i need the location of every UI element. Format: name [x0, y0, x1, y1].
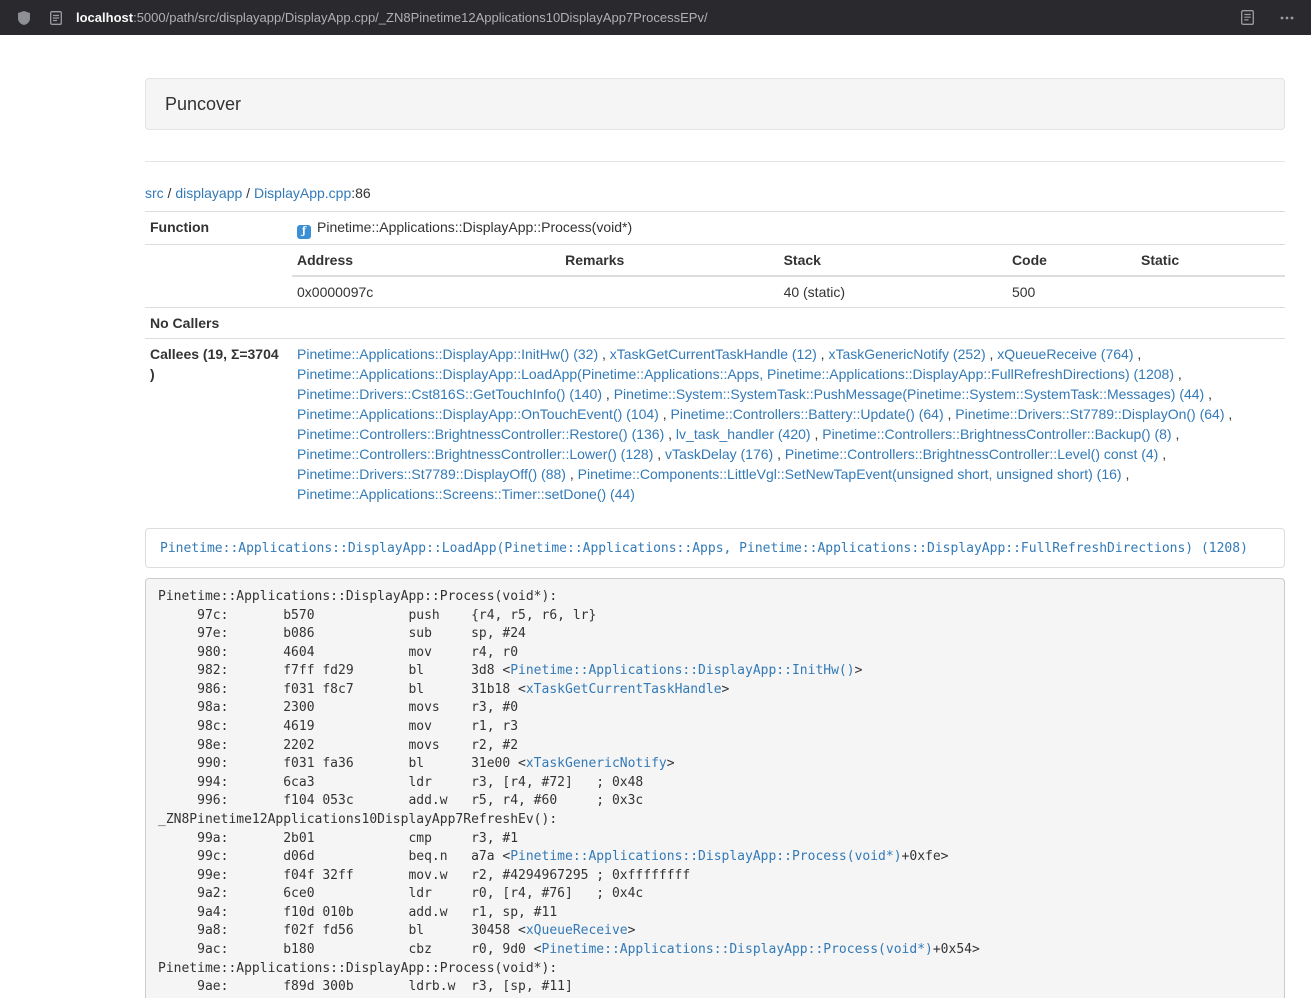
- details-header-row: Address Remarks Stack Code Static: [292, 245, 1285, 276]
- column-remarks: Remarks: [560, 245, 778, 276]
- function-details-row: Address Remarks Stack Code Static 0x0000…: [145, 245, 1285, 308]
- details-row-label: [145, 245, 292, 308]
- symbol-panel: Pinetime::Applications::DisplayApp::Load…: [145, 528, 1285, 568]
- column-static: Static: [1136, 245, 1285, 276]
- column-address: Address: [292, 245, 560, 276]
- callee-link[interactable]: Pinetime::Applications::Screens::Timer::…: [297, 486, 635, 502]
- function-name: Pinetime::Applications::DisplayApp::Proc…: [317, 219, 632, 235]
- page-icon: [44, 6, 68, 30]
- function-details-table: Address Remarks Stack Code Static 0x0000…: [292, 245, 1285, 307]
- app-header: Puncover: [145, 78, 1285, 130]
- page-content: Puncover src / displayapp / DisplayApp.c…: [145, 78, 1285, 998]
- callee-link[interactable]: xQueueReceive (764): [997, 346, 1133, 362]
- callee-link[interactable]: Pinetime::Controllers::BrightnessControl…: [297, 446, 653, 462]
- function-table: Function ƒPinetime::Applications::Displa…: [145, 211, 1285, 509]
- callee-link[interactable]: Pinetime::Components::LittleVgl::SetNewT…: [578, 466, 1122, 482]
- menu-icon[interactable]: [1275, 6, 1299, 30]
- breadcrumb-link[interactable]: displayapp: [175, 185, 242, 201]
- disassembly-symbol-link[interactable]: Pinetime::Applications::DisplayApp::Init…: [510, 663, 854, 678]
- no-callers-cell: [292, 308, 1285, 339]
- function-row: Function ƒ Pinetime::Applications::Displa…: [145, 212, 1285, 245]
- callee-link[interactable]: Pinetime::Applications::DisplayApp::Load…: [297, 366, 1174, 382]
- callees-list: Pinetime::Applications::DisplayApp::Init…: [292, 339, 1285, 510]
- disassembly-symbol-link[interactable]: xTaskGetCurrentTaskHandle: [526, 682, 722, 697]
- callee-link[interactable]: lv_task_handler (420): [676, 426, 811, 442]
- static-value: [1136, 276, 1285, 307]
- callee-link[interactable]: Pinetime::Controllers::BrightnessControl…: [785, 446, 1158, 462]
- disassembly-symbol-link[interactable]: Pinetime::Applications::DisplayApp::Proc…: [542, 942, 933, 957]
- breadcrumb: src / displayapp / DisplayApp.cpp:86: [145, 183, 1285, 203]
- callee-link[interactable]: Pinetime::Applications::DisplayApp::OnTo…: [297, 406, 659, 422]
- disassembly-symbol-link[interactable]: Pinetime::Applications::DisplayApp::Proc…: [510, 849, 901, 864]
- callee-link[interactable]: Pinetime::Controllers::BrightnessControl…: [822, 426, 1171, 442]
- app-title: Puncover: [165, 93, 1265, 115]
- code-value: 500: [1007, 276, 1136, 307]
- breadcrumb-link[interactable]: DisplayApp.cpp: [254, 185, 351, 201]
- url-bar[interactable]: localhost:5000/path/src/displayapp/Displ…: [76, 10, 708, 25]
- url-host: localhost: [76, 10, 133, 25]
- callee-link[interactable]: Pinetime::Drivers::Cst816S::GetTouchInfo…: [297, 386, 602, 402]
- function-row-label: Function: [145, 212, 292, 245]
- disassembly-symbol-link[interactable]: xTaskGenericNotify: [526, 756, 667, 771]
- function-icon: ƒ: [297, 225, 311, 239]
- shield-icon[interactable]: [12, 6, 36, 30]
- no-callers-label: No Callers: [145, 308, 292, 339]
- browser-toolbar: localhost:5000/path/src/displayapp/Displ…: [0, 0, 1311, 35]
- callees-label: Callees (19, Σ=3704 ): [145, 339, 292, 510]
- callee-link[interactable]: Pinetime::Drivers::St7789::DisplayOff() …: [297, 466, 566, 482]
- callee-link[interactable]: xTaskGenericNotify (252): [828, 346, 985, 362]
- callee-link[interactable]: vTaskDelay (176): [665, 446, 773, 462]
- url-path: :5000/path/src/displayapp/DisplayApp.cpp…: [133, 10, 708, 25]
- symbol-link[interactable]: Pinetime::Applications::DisplayApp::Load…: [160, 541, 1248, 556]
- details-value-row: 0x0000097c 40 (static) 500: [292, 276, 1285, 307]
- callee-link[interactable]: Pinetime::Controllers::BrightnessControl…: [297, 426, 664, 442]
- callee-link[interactable]: Pinetime::Drivers::St7789::DisplayOn() (…: [955, 406, 1224, 422]
- breadcrumb-link[interactable]: src: [145, 185, 164, 201]
- callee-link[interactable]: xTaskGetCurrentTaskHandle (12): [610, 346, 817, 362]
- disassembly-symbol-link[interactable]: xQueueReceive: [526, 923, 628, 938]
- callee-link[interactable]: Pinetime::System::SystemTask::PushMessag…: [614, 386, 1205, 402]
- column-stack: Stack: [779, 245, 1007, 276]
- callees-row: Callees (19, Σ=3704 ) Pinetime::Applicat…: [145, 339, 1285, 510]
- no-callers-row: No Callers: [145, 308, 1285, 339]
- reader-view-icon[interactable]: [1235, 6, 1259, 30]
- callee-link[interactable]: Pinetime::Controllers::Battery::Update()…: [671, 406, 944, 422]
- callee-link[interactable]: Pinetime::Applications::DisplayApp::Init…: [297, 346, 598, 362]
- disassembly-code: Pinetime::Applications::DisplayApp::Proc…: [145, 578, 1285, 998]
- function-details-cell: Address Remarks Stack Code Static 0x0000…: [292, 245, 1285, 308]
- stack-value: 40 (static): [779, 276, 1007, 307]
- address-value: 0x0000097c: [292, 276, 560, 307]
- column-code: Code: [1007, 245, 1136, 276]
- divider: [145, 161, 1285, 162]
- function-name-cell: ƒ Pinetime::Applications::DisplayApp::Pro…: [292, 212, 1285, 245]
- remarks-value: [560, 276, 778, 307]
